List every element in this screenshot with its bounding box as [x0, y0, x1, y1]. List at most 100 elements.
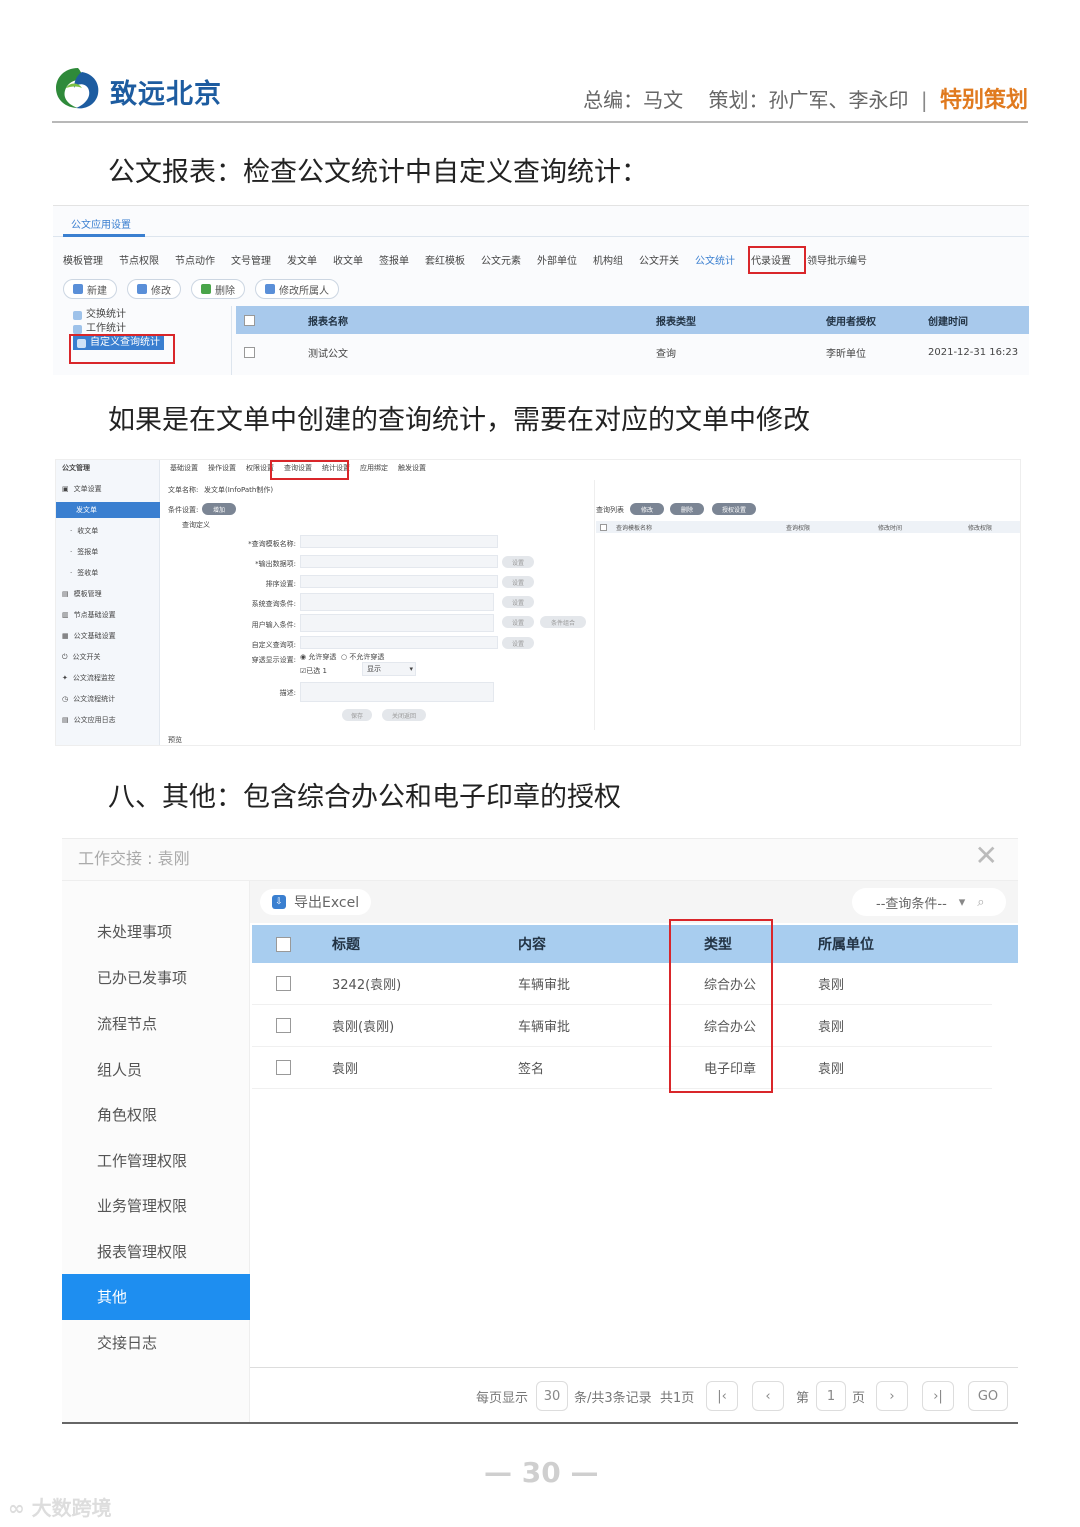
- tab-external-unit[interactable]: 外部单位: [537, 252, 577, 267]
- col-content[interactable]: 内容: [518, 925, 546, 963]
- set-user-cond-button[interactable]: 设置: [502, 616, 534, 628]
- set-custom-button[interactable]: 设置: [502, 637, 534, 649]
- nav-item-done[interactable]: 已办已发事项: [97, 967, 187, 988]
- tab-app-bind[interactable]: 应用绑定: [358, 463, 390, 473]
- tab-doc-switch[interactable]: 公文开关: [639, 252, 679, 267]
- auth-query-button[interactable]: 授权设置: [712, 503, 756, 515]
- nav-item-report-perm[interactable]: 报表管理权限: [97, 1241, 187, 1262]
- template-name-input[interactable]: [300, 535, 498, 548]
- go-button[interactable]: GO: [968, 1381, 1008, 1411]
- col-user-auth[interactable]: 使用者授权: [826, 306, 876, 334]
- tab-doc-number[interactable]: 文号管理: [231, 252, 271, 267]
- nav-item-work-perm[interactable]: 工作管理权限: [97, 1150, 187, 1171]
- sidebar-item-sign-form[interactable]: · 签报单: [70, 547, 98, 557]
- nav-item-biz-perm[interactable]: 业务管理权限: [97, 1195, 187, 1216]
- sidebar-item-monitor[interactable]: ✦ 公文流程监控: [62, 673, 115, 683]
- tab-doc-elements[interactable]: 公文元素: [481, 252, 521, 267]
- checkbox-selected[interactable]: ☑已选 1: [300, 666, 327, 676]
- sidebar-item-signin-form[interactable]: · 签收单: [70, 568, 98, 578]
- page: { "header": { "logo_text": "致远北京", "edit…: [0, 0, 1080, 1527]
- display-select[interactable]: 显示 ▾: [362, 662, 416, 676]
- title-underline: [63, 234, 145, 237]
- close-return-button[interactable]: 关闭返回: [382, 709, 426, 721]
- col-created[interactable]: 创建时间: [928, 306, 968, 334]
- nav-item-role[interactable]: 角色权限: [97, 1104, 157, 1125]
- sidebar-item-send-form[interactable]: 发文单: [56, 502, 160, 518]
- col-title[interactable]: 标题: [332, 925, 360, 963]
- sidebar-item-doc-basic[interactable]: ▦ 公文基础设置: [62, 631, 116, 641]
- nav-item-pending[interactable]: 未处理事项: [97, 921, 172, 942]
- per-page-input[interactable]: 30: [536, 1381, 568, 1411]
- tab-node-action[interactable]: 节点动作: [175, 252, 215, 267]
- radio-disallow[interactable]: ○ 不允许穿透: [341, 652, 384, 662]
- col-unit[interactable]: 所属单位: [818, 925, 874, 963]
- sidebar-item-form-settings[interactable]: ▣ 文单设置: [62, 484, 102, 494]
- cell-unit: 袁刚: [818, 1020, 845, 1035]
- sidebar-item-node-basic[interactable]: ▥ 节点基础设置: [62, 610, 116, 620]
- sys-cond-input[interactable]: [300, 593, 494, 611]
- output-input[interactable]: [300, 555, 498, 568]
- custom-input[interactable]: [300, 636, 498, 649]
- first-page-icon[interactable]: |‹: [706, 1381, 738, 1411]
- nav-item-flow-node[interactable]: 流程节点: [97, 1013, 157, 1034]
- tab-sign-form[interactable]: 签报单: [379, 252, 409, 267]
- set-sort-button[interactable]: 设置: [502, 576, 534, 588]
- user-cond-input[interactable]: [300, 614, 494, 632]
- tab-node-perm[interactable]: 节点权限: [119, 252, 159, 267]
- table-row[interactable]: 3242(袁刚) 车辆审批 综合办公 袁刚: [252, 963, 992, 1005]
- tab-operation[interactable]: 操作设置: [206, 463, 238, 473]
- tab-receive-form[interactable]: 收文单: [333, 252, 363, 267]
- close-icon[interactable]: ✕: [975, 839, 998, 873]
- new-button[interactable]: 新建: [63, 279, 117, 299]
- row-checkbox[interactable]: [276, 976, 291, 991]
- sort-input[interactable]: [300, 575, 498, 588]
- set-output-button[interactable]: 设置: [502, 556, 534, 568]
- row-checkbox[interactable]: [276, 1018, 291, 1033]
- edit-query-button[interactable]: 修改: [630, 503, 664, 515]
- tab-send-form[interactable]: 发文单: [287, 252, 317, 267]
- radio-allow[interactable]: ◉ 允许穿透: [300, 652, 336, 662]
- table-row[interactable]: 袁刚(袁刚) 车辆审批 综合办公 袁刚: [252, 1005, 992, 1047]
- tab-doc-stats[interactable]: 公文统计: [695, 252, 735, 267]
- next-page-icon[interactable]: ›: [876, 1381, 908, 1411]
- tab-trigger[interactable]: 触发设置: [396, 463, 428, 473]
- table-row[interactable]: 袁刚 签名 电子印章 袁刚: [252, 1047, 992, 1089]
- change-owner-button[interactable]: 修改所属人: [255, 279, 339, 299]
- tab-basic[interactable]: 基础设置: [168, 463, 200, 473]
- delete-query-button[interactable]: 删除: [670, 503, 704, 515]
- col-report-name[interactable]: 报表名称: [308, 306, 348, 334]
- col-report-type[interactable]: 报表类型: [656, 306, 696, 334]
- combine-cond-button[interactable]: 条件组合: [540, 616, 586, 628]
- edit-button[interactable]: 修改: [127, 279, 181, 299]
- search-icon[interactable]: ⌕: [977, 895, 984, 910]
- delete-button[interactable]: 删除: [191, 279, 245, 299]
- nav-item-log[interactable]: 交接日志: [97, 1332, 157, 1353]
- query-select[interactable]: --查询条件-- ▾ ⌕: [852, 888, 1006, 916]
- select-all-checkbox[interactable]: [244, 314, 255, 326]
- tree-item-exchange[interactable]: 交换统计: [73, 308, 164, 322]
- prev-page-icon[interactable]: ‹: [752, 1381, 784, 1411]
- tab-org-group[interactable]: 机构组: [593, 252, 623, 267]
- nav-item-group[interactable]: 组人员: [97, 1059, 142, 1080]
- table-row[interactable]: 测试公文 查询 李昕单位 2021-12-31 16:23: [236, 338, 1029, 366]
- tab-leader-number[interactable]: 领导批示编号: [807, 252, 867, 267]
- query-select-all[interactable]: [600, 523, 607, 531]
- sidebar-item-log[interactable]: ▤ 公文应用日志: [62, 715, 116, 725]
- row-checkbox[interactable]: [276, 1060, 291, 1075]
- tab-red-template[interactable]: 套红模板: [425, 252, 465, 267]
- sidebar-item-template[interactable]: ▤ 模板管理: [62, 589, 102, 599]
- export-excel-button[interactable]: ⇩ 导出Excel: [260, 889, 372, 915]
- sidebar-item-flow-stats[interactable]: ◷ 公文流程统计: [62, 694, 115, 704]
- sidebar-item-doc-switch[interactable]: ⏻ 公文开关: [62, 652, 101, 662]
- row-checkbox[interactable]: [244, 346, 255, 358]
- nav-item-other[interactable]: 其他: [62, 1274, 250, 1320]
- page-input[interactable]: 1: [816, 1381, 846, 1411]
- last-page-icon[interactable]: ›|: [922, 1381, 954, 1411]
- tab-template[interactable]: 模板管理: [63, 252, 103, 267]
- save-button[interactable]: 保存: [342, 709, 372, 721]
- sidebar-item-receive-form[interactable]: · 收文单: [70, 526, 98, 536]
- set-sys-cond-button[interactable]: 设置: [502, 596, 534, 608]
- add-button[interactable]: 增加: [202, 503, 236, 515]
- desc-input[interactable]: [300, 682, 494, 702]
- select-all-checkbox[interactable]: [276, 936, 291, 952]
